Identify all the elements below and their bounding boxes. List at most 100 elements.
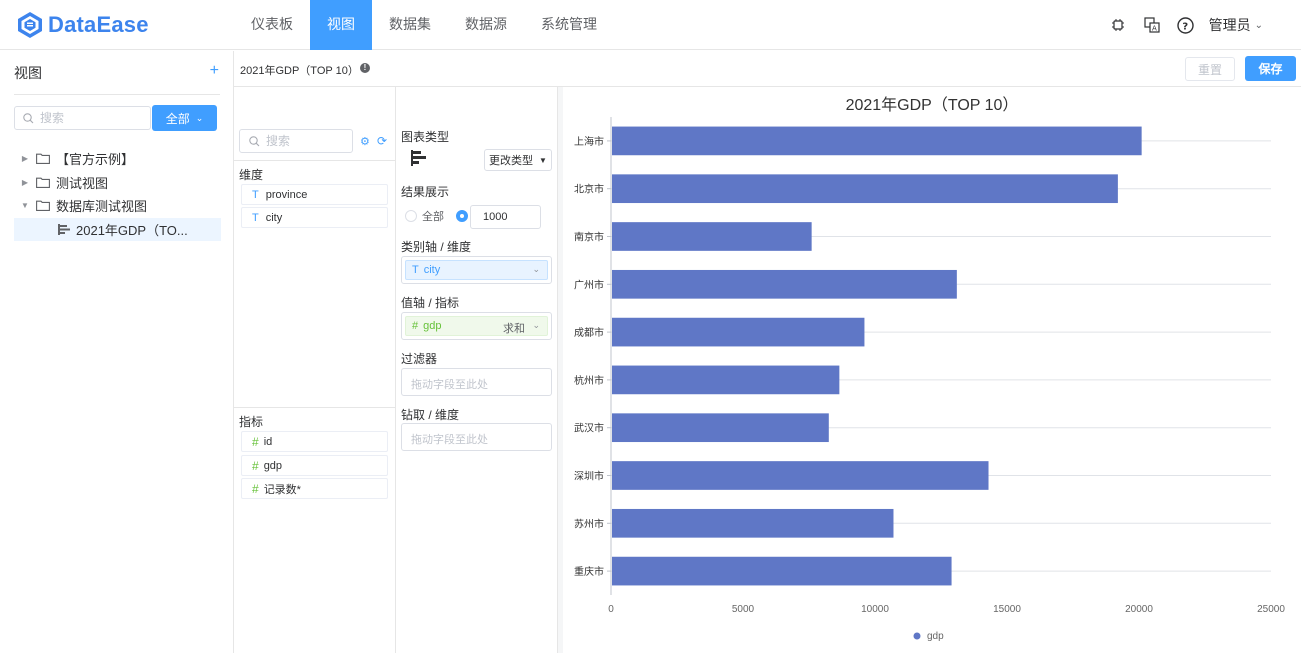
number-type-icon: # <box>252 434 259 449</box>
field-name: province <box>265 188 308 201</box>
bar <box>612 174 1118 204</box>
metric-field[interactable]: # id <box>241 431 388 452</box>
tree-label: 数据库测试视图 <box>56 199 148 215</box>
result-radio-group: 全部 <box>405 208 473 224</box>
y-tick-label: 上海市 <box>574 135 604 148</box>
bar <box>612 556 952 586</box>
view-tree: ▶ 【官方示例】 ▶ 测试视图 ▼ 数据库测试视图 2021年GDP（TO... <box>14 147 221 241</box>
y-tick-label: 杭州市 <box>574 374 604 387</box>
field-search[interactable] <box>239 129 353 153</box>
caret-right-icon[interactable]: ▶ <box>18 178 32 187</box>
save-button[interactable]: 保存 <box>1245 56 1296 81</box>
chevron-down-icon[interactable]: ⌄ <box>532 264 540 275</box>
bar <box>612 461 989 490</box>
nav-item-dashboard[interactable]: 仪表板 <box>234 0 310 50</box>
view-search-input[interactable] <box>40 111 140 125</box>
change-type-dropdown[interactable]: 更改类型 ▼ <box>484 149 552 171</box>
folder-icon <box>36 153 50 165</box>
field-name: city <box>265 211 283 224</box>
bar <box>612 508 894 538</box>
result-label: 结果展示 <box>401 185 450 199</box>
tree-label: 测试视图 <box>56 175 109 191</box>
chart-area: 2021年GDP（TOP 10） 上海市北京市南京市广州市成都市杭州市武汉市深圳市… <box>558 87 1301 653</box>
x-tick-label: 5000 <box>732 604 755 615</box>
help-icon[interactable]: ? <box>1177 16 1195 34</box>
dimension-field[interactable]: T city <box>241 207 388 228</box>
bar <box>612 365 840 395</box>
y-tick-label: 武汉市 <box>574 422 604 435</box>
reset-button[interactable]: 重置 <box>1185 57 1235 81</box>
y-tick-label: 广州市 <box>574 278 604 291</box>
svg-text:?: ? <box>1183 21 1189 32</box>
value-axis-dropzone[interactable]: # gdp 求和 ⌄ <box>401 312 552 340</box>
y-tick-label: 苏州市 <box>574 517 604 530</box>
tree-label: 【官方示例】 <box>56 152 135 168</box>
category-axis-dropzone[interactable]: T city ⌄ <box>401 256 552 284</box>
tree-folder[interactable]: ▼ 数据库测试视图 <box>14 194 221 218</box>
category-axis-label: 类别轴 / 维度 <box>401 240 472 254</box>
user-menu[interactable]: 管理员 ⌄ <box>1209 15 1263 35</box>
folder-open-icon <box>36 200 50 212</box>
caret-right-icon[interactable]: ▶ <box>18 154 32 163</box>
nav-item-dataset[interactable]: 数据集 <box>372 0 448 50</box>
x-tick-label: 25000 <box>1257 604 1285 615</box>
logo[interactable]: DataEase <box>16 10 149 40</box>
metrics-label: 指标 <box>239 415 264 429</box>
chart-title: 2021年GDP（TOP 10） <box>846 96 1019 114</box>
x-tick-label: 15000 <box>993 604 1021 615</box>
chip-icon[interactable] <box>1109 16 1127 34</box>
dimension-field[interactable]: T province <box>241 184 388 205</box>
category-axis-field[interactable]: T city ⌄ <box>405 260 548 280</box>
info-icon[interactable]: ! <box>360 63 370 73</box>
panel-title: 视图 <box>14 65 42 81</box>
number-type-icon: # <box>412 320 419 332</box>
view-search[interactable] <box>14 106 151 130</box>
y-tick-label: 北京市 <box>574 183 604 196</box>
y-tick-label: 南京市 <box>574 231 604 244</box>
filter-all-button[interactable]: 全部 ⌄ <box>152 105 217 131</box>
y-tick-label: 重庆市 <box>574 565 604 578</box>
metric-field[interactable]: # gdp <box>241 455 388 476</box>
add-icon[interactable]: + <box>210 62 219 80</box>
horizontal-bar-chart-icon <box>411 150 426 166</box>
legend-marker <box>913 632 921 640</box>
view-title: 2021年GDP（TOP 10） <box>240 65 359 77</box>
radio-all-label: 全部 <box>422 211 444 223</box>
drill-dropzone[interactable]: 拖动字段至此处 <box>401 423 552 451</box>
number-type-icon: # <box>252 481 259 496</box>
translate-icon[interactable]: A <box>1143 16 1161 34</box>
nav-item-datasource[interactable]: 数据源 <box>448 0 524 50</box>
divider <box>14 94 220 95</box>
y-tick-label: 深圳市 <box>574 470 604 483</box>
tree-folder[interactable]: ▶ 测试视图 <box>14 171 221 195</box>
nav-item-system[interactable]: 系统管理 <box>524 0 614 50</box>
dataease-logo-icon <box>18 12 42 38</box>
tree-folder[interactable]: ▶ 【官方示例】 <box>14 147 221 171</box>
result-limit-input[interactable]: 1000 <box>470 205 541 229</box>
filter-all-label: 全部 <box>165 111 190 126</box>
refresh-icon[interactable]: ⟳ <box>377 134 387 148</box>
search-icon <box>23 112 34 123</box>
dropzone-placeholder: 拖动字段至此处 <box>411 379 488 391</box>
drill-label: 钻取 / 维度 <box>401 408 460 422</box>
text-type-icon: T <box>252 211 259 224</box>
bar <box>612 126 1142 156</box>
nav-item-view[interactable]: 视图 <box>310 0 372 50</box>
x-tick-label: 20000 <box>1125 604 1153 615</box>
aggregation-label: 求和 <box>503 323 525 335</box>
chevron-down-icon[interactable]: ⌄ <box>532 320 540 331</box>
metric-field[interactable]: # 记录数* <box>241 478 388 499</box>
y-tick-label: 成都市 <box>574 326 604 339</box>
caret-down-icon[interactable]: ▼ <box>18 201 32 210</box>
legend-label: gdp <box>927 631 944 642</box>
bar <box>612 413 829 443</box>
radio-all[interactable] <box>405 210 417 222</box>
tree-chart-item[interactable]: 2021年GDP（TO... <box>14 217 221 241</box>
value-axis-field[interactable]: # gdp 求和 ⌄ <box>405 316 548 336</box>
field-search-input[interactable] <box>266 134 346 148</box>
folder-icon <box>36 177 50 188</box>
settings-icon[interactable]: ⚙ <box>360 135 370 148</box>
value-axis-label: 值轴 / 指标 <box>401 296 460 310</box>
radio-limit[interactable] <box>456 210 468 222</box>
filter-dropzone[interactable]: 拖动字段至此处 <box>401 368 552 396</box>
